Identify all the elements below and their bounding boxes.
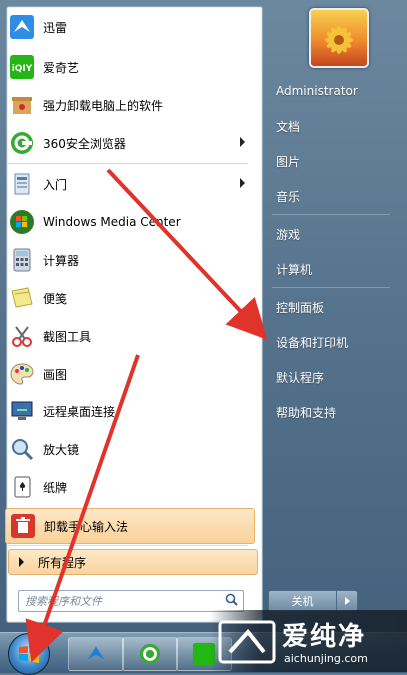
- program-label: 便笺: [43, 291, 68, 306]
- program-item-magnifier[interactable]: 放大镜: [5, 432, 253, 466]
- program-item-uninstall-shouxin[interactable]: 卸载手心输入法: [5, 508, 255, 544]
- program-label: 截图工具: [43, 329, 92, 344]
- watermark-title: 爱纯净: [282, 622, 367, 652]
- program-label: 360安全浏览器: [43, 136, 126, 151]
- right-item-devices-printers[interactable]: 设备和打印机: [268, 330, 406, 354]
- media-center-icon: [7, 207, 37, 237]
- iqiyi-icon: iQIY: [7, 52, 37, 82]
- start-button[interactable]: [8, 633, 50, 675]
- watermark-url: aichunjing.com: [284, 652, 368, 665]
- solitaire-icon: [7, 472, 37, 502]
- svg-text:iQIY: iQIY: [12, 64, 33, 74]
- program-item-calculator[interactable]: 计算器: [5, 243, 253, 277]
- program-item-sticky-notes[interactable]: 便笺: [5, 281, 253, 315]
- program-label: Windows Media Center: [43, 215, 181, 229]
- search-box[interactable]: 搜索程序和文件: [18, 590, 244, 612]
- program-label: 迅雷: [43, 20, 68, 35]
- user-name[interactable]: Administrator: [268, 79, 406, 103]
- remote-desktop-icon: [7, 396, 37, 426]
- program-label: 纸牌: [43, 480, 68, 495]
- program-label: 远程桌面连接: [43, 404, 116, 419]
- browser-360-icon: [139, 643, 161, 665]
- program-label: 计算器: [43, 253, 80, 268]
- browser-360-icon: [7, 128, 37, 158]
- right-item-control-panel[interactable]: 控制面板: [268, 295, 406, 319]
- separator: [272, 287, 390, 288]
- taskbar-360-browser[interactable]: [122, 637, 178, 671]
- right-item-pictures[interactable]: 图片: [268, 149, 406, 173]
- program-label: 爱奇艺: [43, 60, 80, 75]
- trash-icon: [8, 511, 38, 541]
- calculator-icon: [7, 245, 37, 275]
- program-label: 强力卸载电脑上的软件: [43, 98, 164, 113]
- separator: [272, 214, 390, 215]
- chevron-right-icon: [344, 597, 350, 605]
- magnifier-icon: [7, 434, 37, 464]
- separator: [8, 163, 248, 164]
- uninstall-icon: [7, 90, 37, 120]
- program-label: 卸载手心输入法: [44, 519, 129, 534]
- program-label: 放大镜: [43, 442, 80, 457]
- program-item-getting-started[interactable]: 入门: [5, 167, 253, 201]
- right-item-games[interactable]: 游戏: [268, 222, 406, 246]
- all-programs-label: 所有程序: [38, 555, 87, 570]
- getting-started-icon: [7, 169, 37, 199]
- search-input[interactable]: 搜索程序和文件: [19, 593, 225, 609]
- xunlei-icon: [87, 646, 105, 660]
- snipping-tool-icon: [7, 321, 37, 351]
- program-item-iqiyi[interactable]: iQIY 爱奇艺: [5, 50, 253, 84]
- right-item-music[interactable]: 音乐: [268, 184, 406, 208]
- xunlei-icon: [7, 12, 37, 42]
- watermark-logo-icon: [218, 620, 276, 664]
- program-label: 入门: [43, 177, 68, 192]
- program-item-media-center[interactable]: Windows Media Center: [5, 205, 253, 239]
- expand-arrow-icon: [19, 557, 24, 567]
- program-item-360-browser[interactable]: 360安全浏览器: [5, 126, 253, 160]
- program-label: 画图: [43, 367, 68, 382]
- submenu-arrow-icon: [240, 137, 245, 147]
- separator: [8, 545, 248, 546]
- program-item-uninstall[interactable]: 强力卸载电脑上的软件: [5, 88, 253, 122]
- program-item-remote-desktop[interactable]: 远程桌面连接: [5, 394, 253, 428]
- program-item-snipping-tool[interactable]: 截图工具: [5, 319, 253, 353]
- program-item-solitaire[interactable]: 纸牌: [5, 470, 253, 504]
- paint-icon: [7, 359, 37, 389]
- search-icon[interactable]: [225, 593, 243, 609]
- right-item-documents[interactable]: 文档: [268, 114, 406, 138]
- windows-logo-icon: [19, 644, 39, 663]
- right-item-default-programs[interactable]: 默认程序: [268, 365, 406, 389]
- watermark: 爱纯净 aichunjing.com: [210, 610, 407, 672]
- user-avatar[interactable]: [309, 8, 369, 68]
- right-item-computer[interactable]: 计算机: [268, 257, 406, 281]
- right-item-help-support[interactable]: 帮助和支持: [268, 400, 406, 424]
- program-item-paint[interactable]: 画图: [5, 357, 253, 391]
- shutdown-button[interactable]: 关机: [268, 590, 337, 612]
- sticky-notes-icon: [7, 283, 37, 313]
- program-item-xunlei[interactable]: 迅雷: [5, 10, 253, 44]
- taskbar-xunlei[interactable]: [68, 637, 124, 671]
- start-menu: 迅雷 iQIY 爱奇艺 强力卸载电脑上的软件 360安全浏览器 入门 Windo…: [0, 0, 407, 632]
- submenu-arrow-icon: [240, 178, 245, 188]
- shutdown-options-button[interactable]: [336, 590, 358, 612]
- all-programs-button[interactable]: 所有程序: [8, 549, 258, 575]
